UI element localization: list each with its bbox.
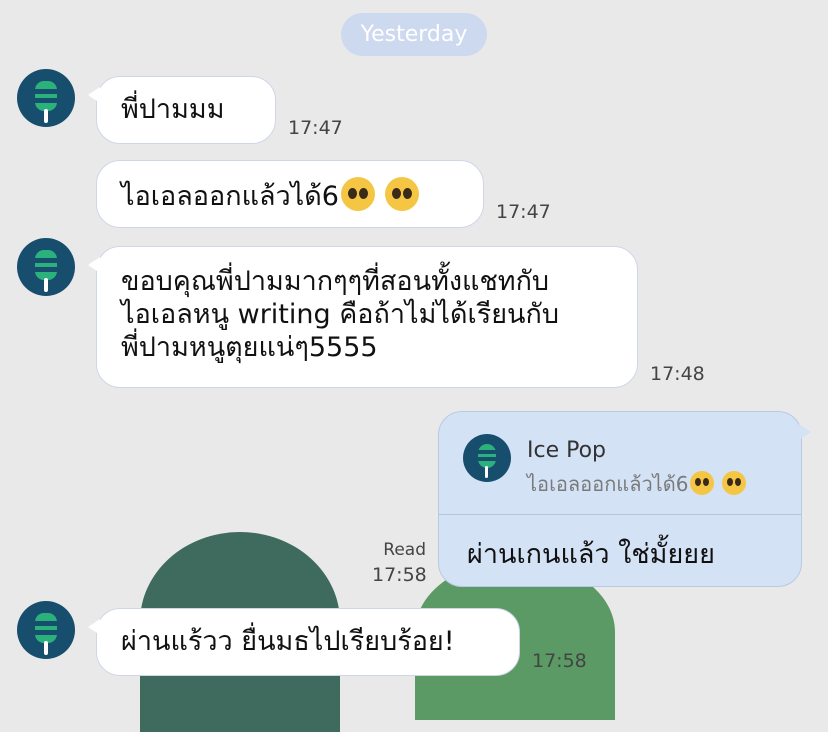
message-time: 17:48: [650, 363, 705, 385]
sender-avatar[interactable]: [17, 238, 75, 296]
quoted-avatar: [463, 434, 511, 482]
message-time: 17:58: [532, 650, 587, 672]
message-bubble[interactable]: ผ่านแร้วว ยื่นมธไปเรียบร้อย!: [88, 608, 520, 676]
message-text: ผ่านแร้วว ยื่นมธไปเรียบร้อย!: [121, 626, 455, 657]
popsicle-icon: [32, 613, 60, 643]
message-text: ผ่านเกนแล้ว ใช่มั้ยยย: [467, 539, 715, 570]
pleading-face-emoji: [722, 471, 747, 495]
quoted-sender-name: Ice Pop: [527, 438, 607, 463]
message-text: ขอบคุณพี่ปามมากๆๆที่สอนทั้งแชทกับ ไอเอลห…: [121, 266, 559, 363]
message-time: 17:58: [372, 564, 427, 586]
pleading-face-emoji: [340, 177, 375, 211]
date-separator: Yesterday: [341, 13, 487, 56]
message-text: ไอเอลออกแล้วได้6: [121, 181, 339, 212]
popsicle-icon: [32, 81, 60, 111]
popsicle-icon: [32, 250, 60, 280]
popsicle-icon: [476, 444, 498, 468]
message-text: พี่ปามมม: [121, 94, 225, 125]
reply-message-bubble[interactable]: Ice Pop ไอเอลออกแล้วได้6 ผ่านเกนแล้ว ใช่…: [438, 411, 811, 587]
read-receipt: Read: [383, 540, 426, 560]
sender-avatar[interactable]: [17, 69, 75, 127]
message-bubble[interactable]: ไอเอลออกแล้วได้6: [96, 160, 484, 228]
sender-avatar[interactable]: [17, 601, 75, 659]
message-bubble[interactable]: ขอบคุณพี่ปามมากๆๆที่สอนทั้งแชทกับ ไอเอลห…: [88, 246, 638, 388]
quoted-message[interactable]: Ice Pop ไอเอลออกแล้วได้6: [463, 434, 785, 514]
pleading-face-emoji: [690, 471, 715, 495]
message-time: 17:47: [496, 201, 551, 223]
message-time: 17:47: [288, 117, 343, 139]
message-bubble[interactable]: พี่ปามมม: [88, 76, 276, 144]
quoted-text: ไอเอลออกแล้วได้6: [527, 472, 689, 496]
pleading-face-emoji: [384, 177, 419, 211]
reply-divider: [439, 514, 801, 515]
